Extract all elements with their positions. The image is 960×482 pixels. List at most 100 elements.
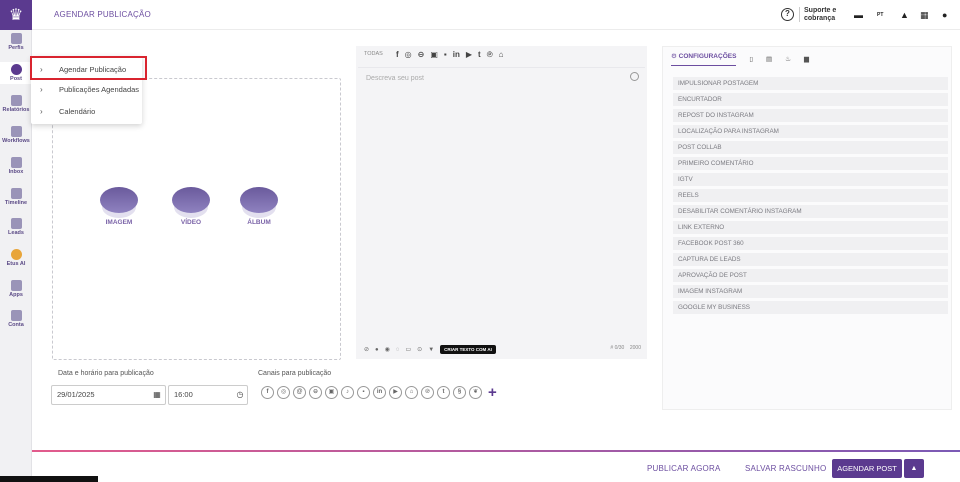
sidebar-item-timeline[interactable]: Timeline <box>0 188 32 206</box>
sidebar-item-workflows[interactable]: Workflows <box>0 126 32 144</box>
setting-item[interactable]: CAPTURA DE LEADS <box>673 253 948 266</box>
link-icon[interactable]: ⊘ <box>364 346 369 353</box>
sidebar-item-apps[interactable]: Apps <box>0 280 32 298</box>
media-option-video[interactable]: VÍDEO <box>161 187 221 226</box>
video-icon <box>172 187 210 213</box>
sidebar-item-etus-ai[interactable]: Etus AI <box>0 249 32 267</box>
setting-item[interactable]: REPOST DO INSTAGRAM <box>673 109 948 122</box>
location-icon[interactable]: ● <box>375 347 379 353</box>
media-option-album[interactable]: ÁLBUM <box>229 187 289 226</box>
tab-all-networks[interactable]: TODAS <box>364 51 383 57</box>
publish-now-button[interactable]: PUBLICAR AGORA <box>647 464 721 473</box>
app-root: ♛ Perfis Post Relatórios Workflows Inbox… <box>0 0 960 482</box>
setting-item[interactable]: IMPULSIONAR POSTAGEM <box>673 77 948 90</box>
calendar-icon[interactable]: ▣ <box>430 50 438 59</box>
youtube-icon[interactable]: ▶ <box>466 50 472 59</box>
sidebar-item-relatorios[interactable]: Relatórios <box>0 95 32 113</box>
linkedin-icon[interactable]: in <box>453 50 460 59</box>
status-bar <box>0 476 98 482</box>
submenu-item-calendario[interactable]: › Calendário <box>31 104 142 120</box>
support-link[interactable]: Suporte e cobrança <box>799 7 836 22</box>
channel-tiktok-icon[interactable]: ♪ <box>341 386 354 399</box>
date-field[interactable]: 29/01/2025 <box>51 385 166 405</box>
instagram-icon[interactable]: ◎ <box>405 50 412 59</box>
caret-up-icon[interactable]: ▲ <box>904 459 924 478</box>
schedule-post-button[interactable]: AGENDAR POST <box>832 459 902 478</box>
channel-linkedin-icon[interactable]: in <box>373 386 386 399</box>
comment-icon[interactable]: ◉ <box>385 346 390 353</box>
store-icon[interactable]: ⌂ <box>499 50 504 59</box>
edit-icon[interactable]: ▭ <box>405 346 411 353</box>
create-text-ai-button[interactable]: CRIAR TEXTO COM AI <box>440 345 496 354</box>
setting-item[interactable]: IGTV <box>673 173 948 186</box>
settings-panel: ⚙ CONFIGURAÇÕES ▯ ▤ ♨ ▆ IMPULSIONAR POST… <box>662 46 952 410</box>
post-placeholder: Descreva seu post <box>366 75 424 82</box>
emoji-icon[interactable] <box>630 72 639 81</box>
settings-tabs: ⚙ CONFIGURAÇÕES ▯ ▤ ♨ ▆ <box>671 52 809 66</box>
circle-icon[interactable]: ⊙ <box>417 346 422 353</box>
submenu-item-agendadas[interactable]: › Publicações Agendadas <box>31 82 142 98</box>
channel-youtube-icon[interactable]: ▶ <box>389 386 402 399</box>
sidebar-item-post[interactable]: Post <box>0 62 32 84</box>
setting-item[interactable]: POST COLLAB <box>673 141 948 154</box>
chevron-right-icon: › <box>40 107 43 116</box>
setting-item[interactable]: DESABILITAR COMENTÁRIO INSTAGRAM <box>673 205 948 218</box>
mobile-preview-icon[interactable]: ▯ <box>749 55 753 63</box>
language-selector[interactable]: PT <box>877 12 883 18</box>
channel-threads-alt-icon[interactable]: § <box>453 386 466 399</box>
channel-messenger-icon[interactable]: ⊖ <box>309 386 322 399</box>
user-menu-icon[interactable]: ● <box>942 10 947 20</box>
fire-icon[interactable]: ♨ <box>785 55 791 63</box>
channel-facebook-icon[interactable]: f <box>261 386 274 399</box>
briefcase-icon[interactable]: ▆ <box>804 55 809 63</box>
sidebar-item-leads[interactable]: Leads <box>0 218 32 236</box>
page-title: AGENDAR PUBLICAÇÃO <box>54 10 151 19</box>
tab-configuracoes[interactable]: ⚙ CONFIGURAÇÕES <box>671 52 737 66</box>
crown-logo-icon[interactable]: ♛ <box>0 0 32 30</box>
char-counter: # 0/30 2000 <box>610 345 641 351</box>
channel-calendar-icon[interactable]: ▣ <box>325 386 338 399</box>
setting-item[interactable]: ENCURTADOR <box>673 93 948 106</box>
setting-item[interactable]: REELS <box>673 189 948 202</box>
filter-icon <box>10 218 22 229</box>
channel-store-icon[interactable]: ⌂ <box>405 386 418 399</box>
setting-item[interactable]: PRIMEIRO COMENTÁRIO <box>673 157 948 170</box>
messenger-icon[interactable]: ⊖ <box>418 50 425 59</box>
card-icon[interactable]: ▬ <box>854 10 863 20</box>
sidebar-item-conta[interactable]: Conta <box>0 310 32 328</box>
channel-bluesky-icon[interactable]: ❦ <box>469 386 482 399</box>
save-draft-button[interactable]: SALVAR RASCUNHO <box>745 464 826 473</box>
channel-google-icon[interactable]: ▪ <box>357 386 370 399</box>
document-icon[interactable]: ▤ <box>766 55 772 63</box>
channel-instagram-icon[interactable]: ◎ <box>277 386 290 399</box>
setting-item[interactable]: LINK EXTERNO <box>673 221 948 234</box>
channel-tumblr-icon[interactable]: t <box>437 386 450 399</box>
google-business-icon[interactable]: ▪ <box>444 50 447 59</box>
setting-item[interactable]: FACEBOOK POST 360 <box>673 237 948 250</box>
footer-divider <box>32 450 960 452</box>
calendar-icon[interactable]: ▦ <box>150 386 164 404</box>
clock-icon <box>10 64 22 75</box>
funnel-icon[interactable]: ▼ <box>428 347 434 353</box>
help-icon[interactable]: ? <box>781 8 794 21</box>
clock-icon[interactable]: ◷ <box>233 386 247 404</box>
add-channel-icon[interactable]: + <box>488 385 497 400</box>
media-option-image[interactable]: IMAGEM <box>89 187 149 226</box>
facebook-icon[interactable]: f <box>396 50 399 59</box>
setting-item[interactable]: GOOGLE MY BUSINESS <box>673 301 948 314</box>
setting-item[interactable]: IMAGEM INSTAGRAM <box>673 285 948 298</box>
channel-pinterest-icon[interactable]: ℗ <box>421 386 434 399</box>
settings-icon[interactable]: ◌ <box>396 347 400 353</box>
setting-item[interactable]: APROVAÇÃO DE POST <box>673 269 948 282</box>
setting-item[interactable]: LOCALIZAÇÃO PARA INSTAGRAM <box>673 125 948 138</box>
tumblr-icon[interactable]: t <box>478 50 481 59</box>
sidebar-item-inbox[interactable]: Inbox <box>0 157 32 175</box>
pinterest-icon[interactable]: ℗ <box>487 50 493 59</box>
post-text-area[interactable]: Descreva seu post <box>358 67 645 337</box>
grid-menu-icon[interactable]: ▦ <box>920 10 929 21</box>
editor-toolbar: ⊘ ● ◉ ◌ ▭ ⊙ ▼ CRIAR TEXTO COM AI <box>364 345 496 354</box>
sidebar-item-perfis[interactable]: Perfis <box>0 33 32 51</box>
channel-threads-icon[interactable]: @ <box>293 386 306 399</box>
bell-icon[interactable]: ▲ <box>900 10 909 20</box>
user-icon <box>10 33 22 44</box>
